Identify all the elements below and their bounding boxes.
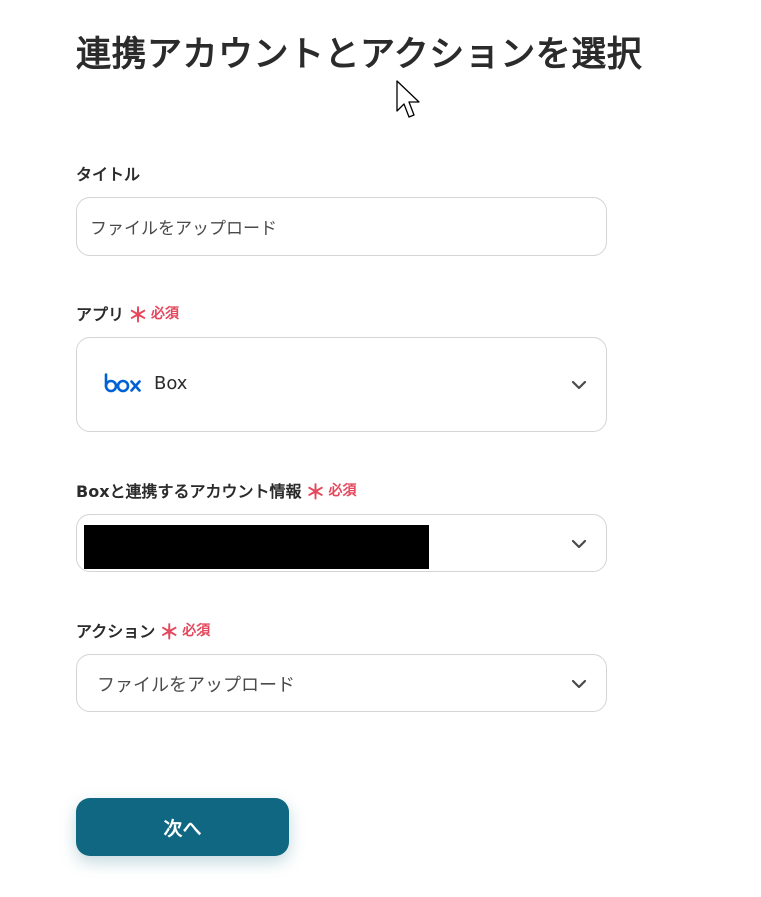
required-asterisk: ＊ [128, 303, 149, 327]
app-field-label: アプリ ＊ 必須 [76, 301, 179, 325]
page-title: 連携アカウントとアクションを選択 [76, 35, 643, 75]
required-text: 必須 [182, 623, 211, 639]
required-asterisk: ＊ [305, 480, 326, 504]
selected-action: ファイルをアップロード [97, 675, 295, 696]
action-label-text: アクション [76, 622, 156, 641]
account-label-text: Boxと連携するアカウント情報 [76, 482, 302, 501]
required-asterisk: ＊ [159, 620, 180, 644]
redacted-account-value [84, 525, 429, 569]
box-logo-icon [104, 373, 141, 393]
required-text: 必須 [151, 306, 180, 322]
selected-app-name: Box [154, 373, 188, 394]
app-label-text: アプリ [76, 305, 125, 324]
required-badge: ＊ 必須 [159, 620, 211, 644]
account-select[interactable] [76, 514, 607, 572]
title-input[interactable]: ファイルをアップロード [76, 197, 607, 256]
chevron-down-icon [571, 380, 587, 390]
required-badge: ＊ 必須 [128, 303, 180, 327]
mouse-cursor-icon [396, 80, 420, 118]
title-field-label: タイトル [76, 161, 140, 185]
required-badge: ＊ 必須 [305, 480, 357, 504]
account-field-label: Boxと連携するアカウント情報 ＊ 必須 [76, 478, 357, 502]
title-label-text: タイトル [76, 165, 141, 184]
action-field-label: アクション ＊ 必須 [76, 618, 210, 642]
next-button[interactable]: 次へ [76, 798, 289, 856]
chevron-down-icon [571, 539, 587, 549]
chevron-down-icon [571, 679, 587, 689]
action-select[interactable]: ファイルをアップロード [76, 654, 607, 712]
required-text: 必須 [328, 483, 357, 499]
title-input-value: ファイルをアップロード [90, 219, 277, 239]
app-select[interactable]: Box [76, 337, 607, 432]
